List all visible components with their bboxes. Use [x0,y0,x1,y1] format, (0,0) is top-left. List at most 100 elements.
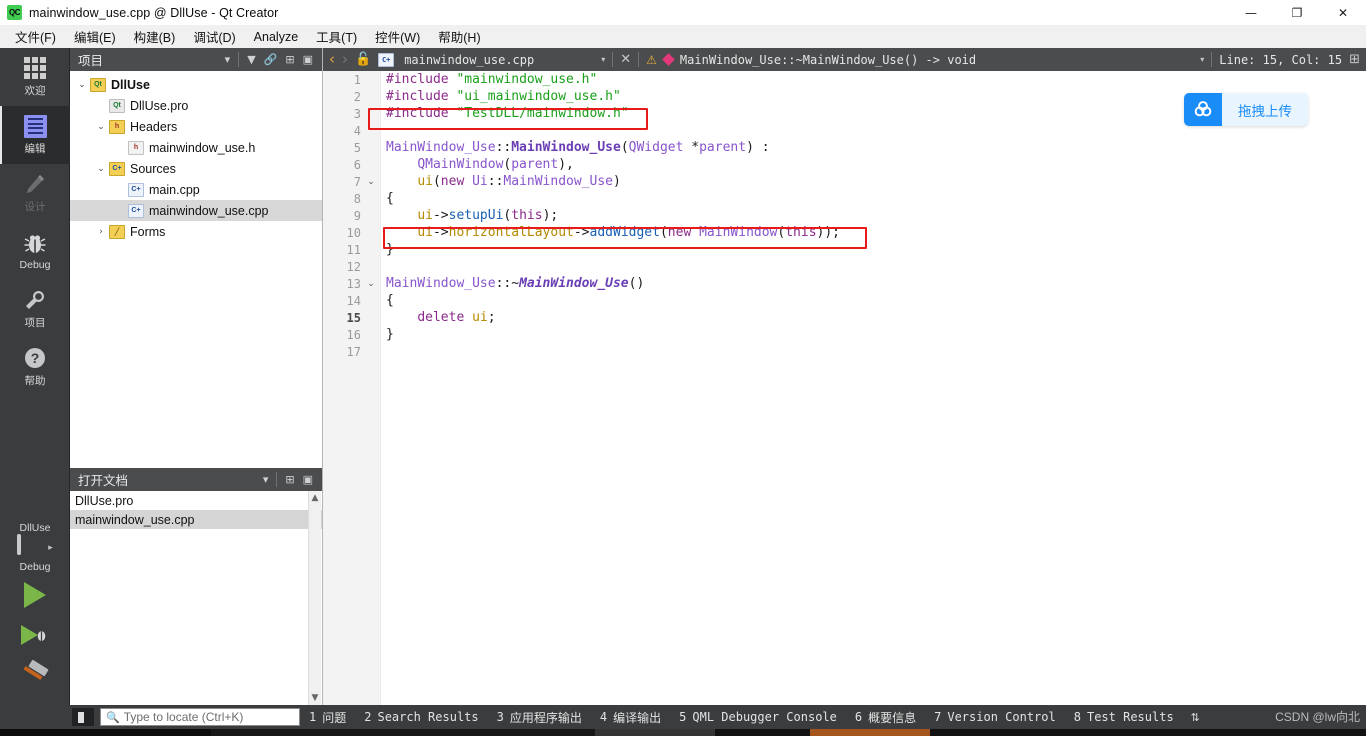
tree-item-forms[interactable]: › ╱ Forms [70,221,322,242]
line-number: 1 [353,72,361,87]
mode-item-projects[interactable]: 项目 [0,280,70,338]
tree-item-label: mainwindow_use.cpp [149,203,269,218]
file-dropdown-icon[interactable]: ▾ [601,55,605,64]
fold-marker-icon[interactable]: ⌄ [361,279,381,289]
cpp-file-icon: C+ [128,203,144,218]
code-editor[interactable]: 1 #include "mainwindow_use.h" 2 #include "u… [323,71,1366,705]
tree-item-mainwindow-use-h[interactable]: h mainwindow_use.h [70,137,322,158]
cpp-file-icon: C+ [128,182,144,197]
output-tab-version-control[interactable]: 7 Version Control [925,705,1065,729]
mode-item-debug[interactable]: Debug [0,222,70,280]
minimize-icon[interactable]: ▣ [303,54,313,65]
expand-twisty-icon[interactable]: ⌄ [93,122,109,132]
code-line[interactable]: 6 QMainWindow(parent), [323,156,1366,173]
output-pane-updown-icon[interactable]: ⇅ [1191,712,1200,723]
symbol-selector[interactable]: MainWindow_Use::~MainWindow_Use() -> voi… [680,53,976,67]
maximize-button[interactable]: ❐ [1274,0,1320,25]
menu-build[interactable]: 构建(B) [125,24,185,49]
code-line[interactable]: 15 delete ui; [323,309,1366,326]
sidebar-toggle-icon[interactable] [72,708,94,726]
output-tab-------[interactable]: 3 应用程序输出 [488,705,591,729]
menu-tools[interactable]: 工具(T) [307,24,366,49]
close-button[interactable]: ✕ [1320,0,1366,25]
qt-creator-window: QC mainwindow_use.cpp @ DllUse - Qt Crea… [0,0,1366,736]
menu-edit[interactable]: 编辑(E) [65,24,125,49]
navigate-forward-icon[interactable]: › [342,52,348,67]
open-documents-list: DllUse.pro mainwindow_use.cpp [70,491,322,529]
tree-item-main-cpp[interactable]: C+ main.cpp [70,179,322,200]
code-line[interactable]: 14 { [323,292,1366,309]
code-text: #include "TestDLL/mainwindow.h" [386,106,629,121]
locator-input[interactable]: 🔍 Type to locate (Ctrl+K) [100,708,300,726]
mode-item-design[interactable]: 设计 [0,164,70,222]
code-line[interactable]: 16} [323,326,1366,343]
mode-item-help[interactable]: ? 帮助 [0,338,70,396]
kit-selector-button[interactable]: ▸ [17,534,53,558]
filter-icon[interactable]: ▼ [247,54,255,65]
warning-icon[interactable]: ⚠ [646,53,657,67]
tree-item-headers[interactable]: ⌄ h Headers [70,116,322,137]
chevron-down-icon[interactable]: ▾ [263,474,269,485]
mode-item-welcome[interactable]: 欢迎 [0,48,70,106]
expand-twisty-icon[interactable]: ⌄ [93,164,109,174]
drag-upload-badge[interactable]: 拖拽上传 [1184,93,1308,126]
menu-window[interactable]: 控件(W) [366,24,429,49]
unlock-icon[interactable]: 🔓 [355,53,371,66]
output-tab-label: Test Results [1086,710,1174,724]
split-icon[interactable]: ⊞ [285,54,294,65]
output-tab-qml-debugger-console[interactable]: 5 QML Debugger Console [670,705,846,729]
output-tab-----[interactable]: 6 概要信息 [846,705,925,729]
code-line[interactable]: 13 ⌄ MainWindow_Use::~MainWindow_Use() [323,275,1366,292]
code-line[interactable]: 10 ui->horizontalLayout->addWidget(new M… [323,224,1366,241]
expand-twisty-icon[interactable]: ⌄ [74,80,90,90]
split-icon[interactable]: ⊞ [285,474,294,485]
code-line[interactable]: 1 #include "mainwindow_use.h" [323,71,1366,88]
menu-file[interactable]: 文件(F) [6,24,65,49]
debug-button[interactable] [0,615,70,655]
tree-item-dlluse[interactable]: ⌄ Qt DllUse [70,74,322,95]
navigate-back-icon[interactable]: ‹ [329,52,335,67]
close-document-icon[interactable]: ✕ [620,53,631,66]
link-icon[interactable]: 🔗 [264,54,278,65]
tree-item-label: Headers [130,119,178,134]
split-editor-icon[interactable]: ⊞ [1349,53,1360,66]
menu-analyze[interactable]: Analyze [245,27,307,47]
editor-file-name[interactable]: mainwindow_use.cpp [404,53,534,67]
scroll-up-icon[interactable]: ▲ [309,491,321,505]
output-tab---[interactable]: 1 问题 [300,705,355,729]
open-documents-scrollbar[interactable]: ▲ ▼ [308,491,321,705]
mode-item-edit[interactable]: 编辑 [0,106,70,164]
code-line[interactable]: 5 MainWindow_Use::MainWindow_Use(QWidget … [323,139,1366,156]
build-button[interactable] [0,655,70,695]
menu-help[interactable]: 帮助(H) [429,24,489,49]
code-line[interactable]: 17 [323,343,1366,360]
chevron-down-icon[interactable]: ▾ [225,54,231,65]
code-line[interactable]: 11} [323,241,1366,258]
tree-item-dlluse-pro[interactable]: Qt DllUse.pro [70,95,322,116]
output-tab-search-results[interactable]: 2 Search Results [355,705,487,729]
expand-twisty-icon[interactable]: › [93,227,109,237]
code-line[interactable]: 9 ui->setupUi(this); [323,207,1366,224]
output-tab-test-results[interactable]: 8 Test Results [1065,705,1183,729]
tree-item-sources[interactable]: ⌄ C+ Sources [70,158,322,179]
menu-debug[interactable]: 调试(D) [184,24,244,49]
tree-item-label: main.cpp [149,182,200,197]
minimize-icon[interactable]: ▣ [303,474,313,485]
fold-marker-icon[interactable]: ⌄ [361,177,381,187]
open-document-item[interactable]: DllUse.pro [70,491,322,510]
scroll-down-icon[interactable]: ▼ [309,691,321,705]
minimize-button[interactable]: — [1228,0,1274,25]
output-tab-----[interactable]: 4 编译输出 [591,705,670,729]
line-number: 7 [353,174,361,189]
project-tree-panel: 项目 ▾ ▼ 🔗 ⊞ ▣ ⌄ Qt DllUse Qt DllUse.pro ⌄ h Head… [70,48,323,468]
output-tab-label: Search Results [377,710,479,724]
code-line[interactable]: 7 ⌄ ui(new Ui::MainWindow_Use) [323,173,1366,190]
output-tab-number: 5 [679,710,687,724]
open-document-item[interactable]: mainwindow_use.cpp [70,510,322,529]
code-line[interactable]: 12 [323,258,1366,275]
tree-item-mainwindow-use-cpp[interactable]: C+ mainwindow_use.cpp [70,200,322,221]
run-button[interactable] [0,575,70,615]
symbol-dropdown-icon[interactable]: ▾ [1200,55,1204,64]
wrench-icon [23,288,47,312]
code-line[interactable]: 8{ [323,190,1366,207]
